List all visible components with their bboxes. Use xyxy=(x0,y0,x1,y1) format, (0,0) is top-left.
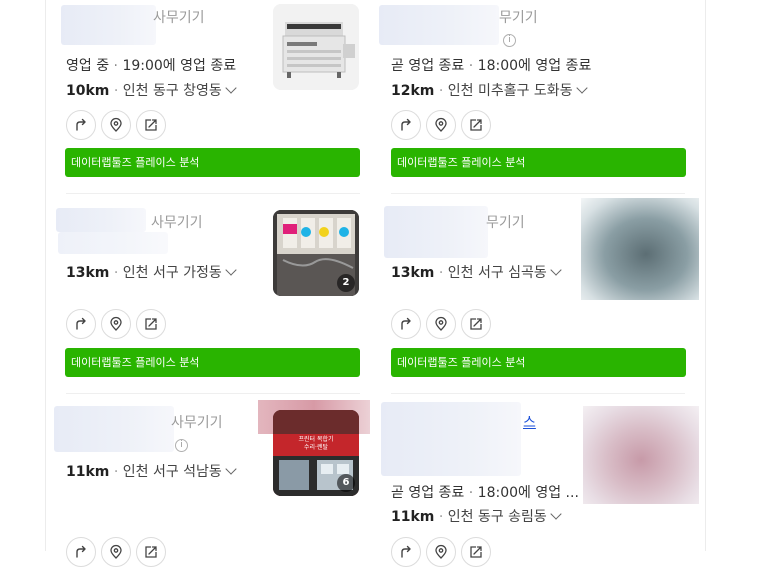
place-category: 무기기 xyxy=(499,10,538,26)
location-pin-icon xyxy=(435,544,447,559)
share-button[interactable] xyxy=(136,309,166,339)
place-card-6[interactable]: 스 곧 영업 종료 · 18:00에 영업 ... 11km · 인천 동구 송… xyxy=(376,394,705,567)
chevron-down-icon xyxy=(225,82,237,94)
map-location-button[interactable] xyxy=(426,309,456,339)
place-card-2[interactable]: 무기기 i 곧 영업 종료 · 18:00에 영업 종료 12km · 인천 미… xyxy=(376,0,705,193)
place-thumbnail[interactable]: 프린터 복합기 수리·렌탈 6 xyxy=(273,410,359,496)
copier-image xyxy=(273,4,359,90)
directions-button[interactable] xyxy=(391,110,421,140)
map-location-button[interactable] xyxy=(426,110,456,140)
share-icon xyxy=(470,546,482,558)
place-card-5[interactable]: 사무기기 i 11km · 인천 서구 석남동 프린터 복합기 수리·렌탈 6 xyxy=(46,394,376,567)
place-thumbnail-blurred[interactable] xyxy=(581,198,699,300)
search-results-panel: 사무기기 영업 중 · 19:00에 영업 종료 10km · 인천 동구 창영… xyxy=(45,0,706,567)
directions-button[interactable] xyxy=(66,110,96,140)
place-analysis-button[interactable]: 데이터랩툴즈 플레이스 분석 xyxy=(65,148,360,177)
share-icon xyxy=(145,546,157,558)
share-icon xyxy=(470,119,482,131)
map-location-button[interactable] xyxy=(101,309,131,339)
chevron-down-icon xyxy=(225,264,237,276)
chevron-down-icon xyxy=(575,82,588,94)
info-icon[interactable]: i xyxy=(503,34,516,47)
place-analysis-button[interactable]: 데이터랩툴즈 플레이스 분석 xyxy=(391,348,686,377)
business-hours-status: 곧 영업 종료 · 18:00에 영업 종료 xyxy=(391,58,592,74)
place-address[interactable]: 13km · 인천 서구 심곡동 xyxy=(391,262,562,282)
chevron-down-icon xyxy=(550,508,562,520)
route-arrow-icon xyxy=(76,118,86,131)
place-thumbnail[interactable]: 2 xyxy=(273,210,359,296)
place-analysis-button[interactable]: 데이터랩툴즈 플레이스 분석 xyxy=(65,348,360,377)
place-thumbnail-blurred[interactable] xyxy=(583,406,699,504)
share-icon xyxy=(145,119,157,131)
share-button[interactable] xyxy=(136,537,166,567)
place-address[interactable]: 13km · 인천 서구 가정동 xyxy=(66,262,237,282)
route-arrow-icon xyxy=(401,317,411,330)
place-name-link[interactable]: 스 xyxy=(523,412,536,432)
share-button[interactable] xyxy=(461,110,491,140)
place-category: 무기기 xyxy=(486,215,525,231)
place-name-blurred[interactable] xyxy=(58,232,168,254)
place-name-blurred[interactable] xyxy=(381,402,521,476)
directions-button[interactable] xyxy=(66,309,96,339)
place-address[interactable]: 11km · 인천 동구 송림동 xyxy=(391,506,562,526)
share-icon xyxy=(470,318,482,330)
directions-button[interactable] xyxy=(66,537,96,567)
place-name-blurred[interactable] xyxy=(379,5,499,45)
location-pin-icon xyxy=(435,117,447,132)
map-location-button[interactable] xyxy=(101,537,131,567)
business-hours-status: 곧 영업 종료 · 18:00에 영업 ... xyxy=(391,485,579,501)
share-button[interactable] xyxy=(461,309,491,339)
place-card-1[interactable]: 사무기기 영업 중 · 19:00에 영업 종료 10km · 인천 동구 창영… xyxy=(46,0,376,193)
route-arrow-icon xyxy=(401,118,411,131)
place-address[interactable]: 10km · 인천 동구 창영동 xyxy=(66,80,237,100)
location-pin-icon xyxy=(110,544,122,559)
place-address[interactable]: 12km · 인천 미추홀구 도화동 xyxy=(391,80,588,100)
photo-count-badge: 2 xyxy=(337,274,355,292)
place-name-blurred[interactable] xyxy=(56,208,146,232)
location-pin-icon xyxy=(435,316,447,331)
place-thumbnail[interactable] xyxy=(273,4,359,90)
place-name-blurred[interactable] xyxy=(61,5,156,45)
place-category: 사무기기 xyxy=(151,215,203,231)
place-analysis-button[interactable]: 데이터랩툴즈 플레이스 분석 xyxy=(391,148,686,177)
place-name-blurred[interactable] xyxy=(384,206,488,258)
location-pin-icon xyxy=(110,117,122,132)
map-location-button[interactable] xyxy=(426,537,456,567)
route-arrow-icon xyxy=(76,545,86,558)
share-button[interactable] xyxy=(461,537,491,567)
share-button[interactable] xyxy=(136,110,166,140)
directions-button[interactable] xyxy=(391,537,421,567)
directions-button[interactable] xyxy=(391,309,421,339)
place-category: 사무기기 xyxy=(171,415,223,431)
chevron-down-icon xyxy=(225,463,237,475)
share-icon xyxy=(145,318,157,330)
chevron-down-icon xyxy=(550,264,562,276)
place-category: 사무기기 xyxy=(153,10,205,26)
route-arrow-icon xyxy=(401,545,411,558)
place-card-3[interactable]: 사무기기 13km · 인천 서구 가정동 2 데이터랩툴즈 플레이스 분석 xyxy=(46,194,376,394)
store-sign: 프린터 복합기 수리·렌탈 xyxy=(298,436,334,451)
place-address[interactable]: 11km · 인천 서구 석남동 xyxy=(66,461,237,481)
photo-count-badge: 6 xyxy=(337,474,355,492)
map-location-button[interactable] xyxy=(101,110,131,140)
location-pin-icon xyxy=(110,316,122,331)
info-icon[interactable]: i xyxy=(175,439,188,452)
place-card-4[interactable]: 무기기 13km · 인천 서구 심곡동 데이터랩툴즈 플레이스 분석 xyxy=(376,194,705,394)
route-arrow-icon xyxy=(76,317,86,330)
business-hours-status: 영업 중 · 19:00에 영업 종료 xyxy=(66,58,237,74)
place-name-blurred[interactable] xyxy=(54,406,174,452)
